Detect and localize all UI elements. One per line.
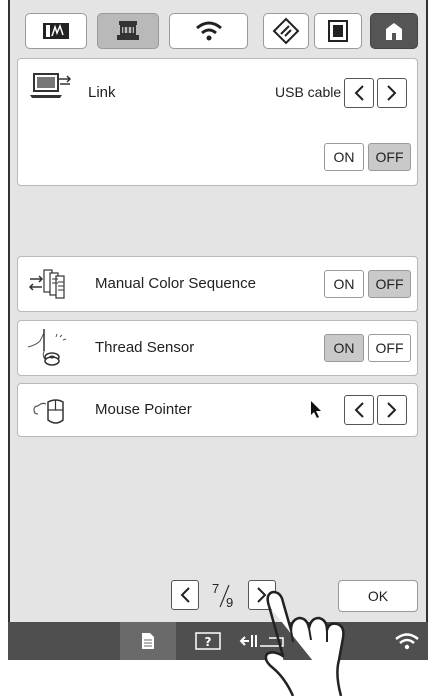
arrow-cursor-icon	[311, 401, 321, 418]
page-total: 9	[226, 595, 234, 610]
mouse-pointer-next-button[interactable]	[377, 395, 407, 425]
frame-icon	[328, 20, 348, 42]
home-icon	[386, 23, 402, 40]
wireless-icon	[195, 21, 222, 41]
pc-link-icon	[30, 73, 72, 98]
manual-color-sequence-off-button[interactable]: OFF	[368, 270, 411, 298]
thread-sensor-icon	[27, 329, 67, 366]
link-on-button[interactable]: ON	[324, 143, 364, 171]
svg-text:?: ?	[205, 635, 212, 649]
diamond-settings-button[interactable]	[263, 13, 309, 49]
link-label: Link	[88, 84, 116, 101]
machine-settings-icon	[117, 21, 139, 40]
chevron-left-icon	[354, 402, 364, 418]
help-icon: ?	[195, 632, 221, 650]
chevron-right-icon	[387, 402, 397, 418]
mouse-pointer-prev-button[interactable]	[344, 395, 374, 425]
embroidery-screen-icon	[43, 23, 69, 39]
page-indicator: 7 9	[206, 580, 244, 612]
home-button[interactable]	[370, 13, 418, 49]
mouse-icon	[33, 399, 64, 424]
chevron-left-icon	[354, 85, 364, 101]
manual-color-sequence-on-button[interactable]: ON	[324, 270, 364, 298]
frame-settings-button[interactable]	[314, 13, 362, 49]
hand-tap-icon	[264, 590, 345, 696]
page-prev-button[interactable]	[171, 580, 199, 610]
help-button[interactable]: ?	[190, 630, 226, 652]
document-icon	[142, 633, 154, 649]
manual-color-sequence-label: Manual Color Sequence	[95, 275, 256, 292]
mouse-pointer-label: Mouse Pointer	[95, 401, 192, 418]
mouse-pointer-panel: Mouse Pointer	[17, 383, 418, 437]
manual-color-sequence-panel: Manual Color Sequence ON OFF	[17, 256, 418, 312]
wireless-settings-button[interactable]	[169, 13, 248, 49]
chevron-right-icon	[387, 85, 397, 101]
color-sequence-icon	[28, 269, 65, 299]
chevron-left-icon	[180, 587, 190, 603]
link-value: USB cable	[275, 84, 342, 100]
machine-settings-button[interactable]	[97, 13, 159, 49]
link-off-button[interactable]: OFF	[368, 143, 411, 171]
thread-sensor-on-button[interactable]: ON	[324, 334, 364, 362]
embroidery-screen-button[interactable]	[25, 13, 87, 49]
settings-page-button[interactable]	[120, 622, 176, 660]
wireless-icon	[395, 633, 419, 650]
thread-sensor-panel: Thread Sensor ON OFF	[17, 320, 418, 376]
diamond-settings-icon	[272, 17, 300, 45]
thread-sensor-label: Thread Sensor	[95, 339, 195, 356]
thread-sensor-off-button[interactable]: OFF	[368, 334, 411, 362]
link-prev-button[interactable]	[344, 78, 374, 108]
link-panel: Link USB cable ON OFF	[17, 58, 418, 186]
link-next-button[interactable]	[377, 78, 407, 108]
wireless-status-button[interactable]	[392, 630, 422, 652]
